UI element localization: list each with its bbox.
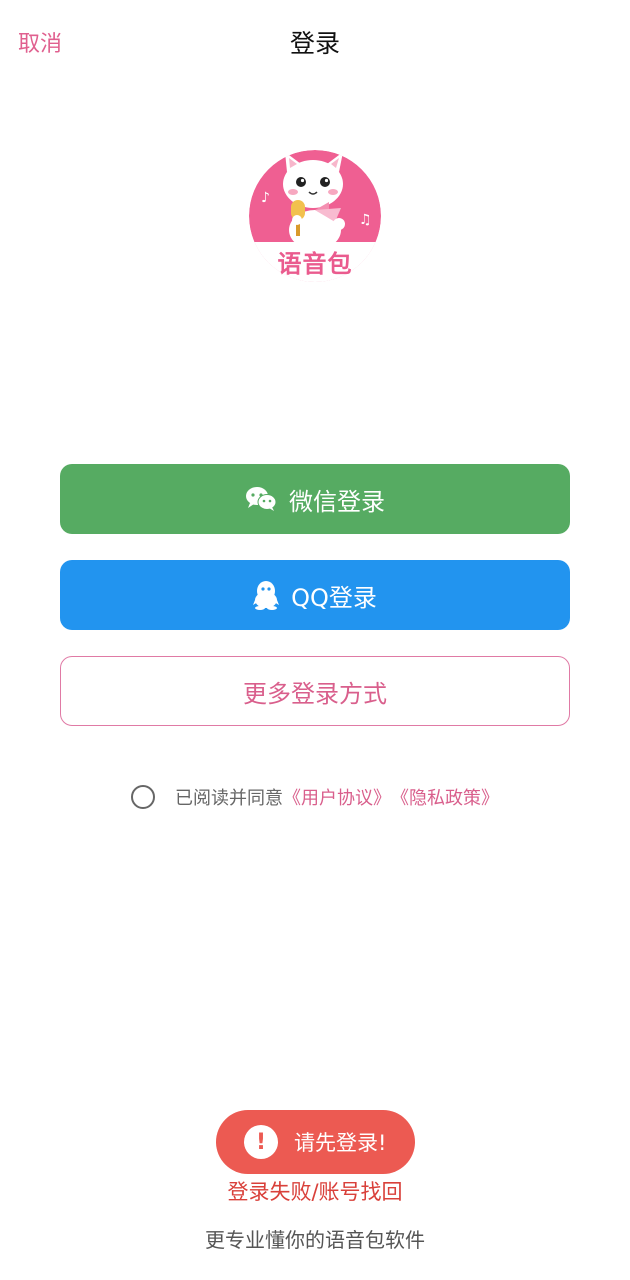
- agreement-row: 已阅读并同意 《用户协议》 《隐私政策》: [0, 782, 630, 812]
- qq-login-label: QQ登录: [291, 583, 377, 612]
- wechat-icon: [245, 486, 277, 512]
- privacy-policy-link[interactable]: 《隐私政策》: [391, 784, 499, 810]
- user-agreement-link[interactable]: 《用户协议》: [283, 784, 391, 810]
- svg-text:♪: ♪: [261, 190, 270, 206]
- toast-message: 请先登录!: [294, 1131, 387, 1155]
- more-login-options-button[interactable]: 更多登录方式: [60, 656, 570, 726]
- qq-login-button[interactable]: QQ登录: [60, 560, 570, 630]
- top-bar: 取消 登录: [0, 0, 630, 84]
- logo-text: 语音包: [277, 250, 353, 278]
- page-title: 登录: [289, 29, 340, 58]
- svg-text:♫: ♫: [359, 212, 372, 228]
- account-recovery-link[interactable]: 登录失败/账号找回: [0, 1176, 630, 1206]
- wechat-login-label: 微信登录: [289, 487, 385, 516]
- footer-slogan: 更专业懂你的语音包软件: [205, 1228, 425, 1252]
- wechat-login-button[interactable]: 微信登录: [60, 464, 570, 534]
- exclamation-icon: !: [244, 1125, 278, 1159]
- agreement-prefix: 已阅读并同意: [175, 788, 283, 809]
- more-login-label: 更多登录方式: [243, 679, 387, 708]
- agreement-checkbox[interactable]: [131, 785, 155, 809]
- app-logo: ♪ ♫ 语音包: [249, 150, 381, 282]
- qq-penguin-icon: [253, 580, 280, 610]
- error-toast: ! 请先登录!: [216, 1110, 415, 1174]
